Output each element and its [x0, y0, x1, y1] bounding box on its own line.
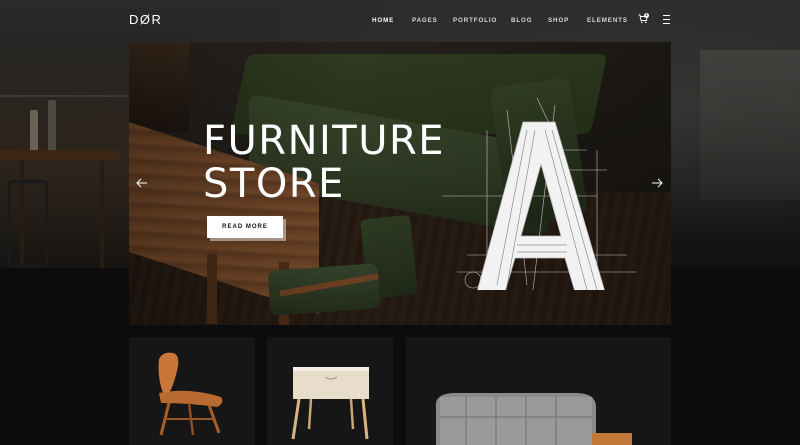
nav-item-pages[interactable]: PAGES [412, 17, 438, 24]
background-bottle [30, 110, 38, 152]
nav-item-blog[interactable]: BLOG [511, 17, 532, 24]
menu-icon[interactable] [663, 15, 670, 24]
arrow-right-icon[interactable] [651, 176, 663, 190]
background-bottle [48, 100, 56, 152]
site-header: DØR HOME PAGES PORTFOLIO BLOG SHOP ELEME… [0, 0, 800, 40]
nightstand-image [291, 367, 369, 440]
background-chair [8, 180, 48, 268]
nav-item-elements[interactable]: ELEMENTS [587, 17, 628, 24]
site-logo[interactable]: DØR [129, 12, 162, 27]
nav-item-home[interactable]: HOME [372, 17, 394, 24]
read-more-button[interactable]: READ MORE [207, 216, 283, 238]
nav-item-portfolio[interactable]: PORTFOLIO [453, 17, 497, 24]
arrow-left-icon[interactable] [136, 176, 148, 190]
nav-item-shop[interactable]: SHOP [548, 17, 569, 24]
hero-title: FURNITURE STORE [203, 120, 445, 206]
product-tile[interactable] [129, 337, 255, 445]
product-tile[interactable] [406, 337, 671, 445]
background-table [0, 150, 120, 160]
plywood-lounge-chair-image [158, 352, 223, 436]
hero-title-line-2: STORE [203, 161, 345, 207]
background-window [700, 50, 800, 200]
hero-slider: FURNITURE STORE READ MORE [129, 42, 671, 325]
tufted-armchair-image [435, 393, 632, 445]
sketch-letter-graphic [442, 97, 637, 290]
hero-title-line-1: FURNITURE [203, 118, 446, 164]
cart-count-badge: 0 [644, 13, 649, 18]
product-tile[interactable] [267, 337, 393, 445]
background-table-leg [100, 160, 104, 268]
background-shelf [0, 95, 128, 97]
